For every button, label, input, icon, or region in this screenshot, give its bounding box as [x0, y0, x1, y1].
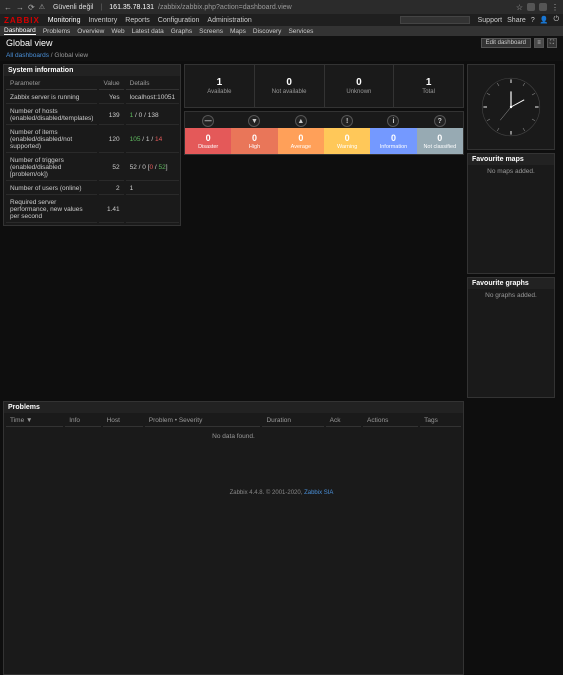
search-input[interactable] [400, 16, 470, 24]
subnav-overview[interactable]: Overview [77, 28, 104, 35]
subnav-graphs[interactable]: Graphs [171, 28, 192, 35]
kiosk-view-icon[interactable]: ⛶ [547, 38, 557, 48]
clock-widget [467, 64, 555, 150]
nav-inventory[interactable]: Inventory [88, 17, 117, 24]
logout-icon[interactable]: ⏻ [553, 16, 559, 24]
severity-not-classified[interactable]: ?0Not classified [417, 112, 463, 154]
severity-disaster[interactable]: —0Disaster [185, 112, 231, 154]
system-info-widget: System information Parameter Value Detai… [3, 64, 181, 226]
menu-icon[interactable]: ⋮ [551, 3, 559, 12]
url-separator: | [100, 4, 102, 11]
analog-clock [481, 77, 541, 137]
table-row: Required server performance, new values … [6, 197, 179, 223]
help-icon[interactable]: ? [531, 17, 535, 24]
severity-warning[interactable]: !0Warning [324, 112, 370, 154]
subnav-latest-data[interactable]: Latest data [132, 28, 164, 35]
severity-information[interactable]: i0Information [370, 112, 416, 154]
url-host[interactable]: 161.35.78.131 [109, 4, 154, 11]
favourite-maps-body: No maps added. [468, 165, 554, 273]
forward-icon[interactable]: → [16, 3, 24, 12]
nav-reports[interactable]: Reports [125, 17, 150, 24]
problems-widget: Problems Time ▼InfoHostProblem • Severit… [3, 401, 464, 675]
favourite-maps-widget: Favourite maps No maps added. [467, 153, 555, 274]
share-link[interactable]: Share [507, 17, 526, 24]
extension-icon[interactable] [527, 3, 535, 11]
subnav-maps[interactable]: Maps [230, 28, 246, 35]
subnav-screens[interactable]: Screens [199, 28, 223, 35]
top-nav: ZABBIX Monitoring Inventory Reports Configu… [0, 14, 563, 26]
col-host[interactable]: Host [103, 415, 143, 427]
problems-by-severity-widget: —0Disaster▼0High▲0Average!0Warningi0Info… [184, 111, 464, 155]
system-info-title: System information [4, 65, 180, 76]
edit-dashboard-button[interactable]: Edit dashboard [481, 38, 531, 48]
system-info-table: Parameter Value Details Zabbix server is… [4, 76, 181, 225]
sub-nav: Dashboard Problems Overview Web Latest data G… [0, 26, 563, 36]
second-hand [500, 107, 511, 120]
logo[interactable]: ZABBIX [4, 16, 40, 25]
footer: Zabbix 4.4.8. © 2001-2020, Zabbix SIA [0, 490, 563, 496]
subnav-web[interactable]: Web [111, 28, 124, 35]
col-time[interactable]: Time ▼ [6, 415, 63, 427]
summary-available: 1Available [185, 65, 255, 107]
problems-nodata: No data found. [4, 429, 463, 444]
subnav-services[interactable]: Services [288, 28, 313, 35]
col-details: Details [126, 78, 180, 90]
title-bar: Global view Edit dashboard ≡ ⛶ [0, 36, 563, 50]
table-row: Number of users (online)21 [6, 183, 179, 195]
reload-icon[interactable]: ⟳ [28, 3, 35, 12]
favourite-graphs-title: Favourite graphs [468, 278, 554, 289]
minute-hand [511, 100, 524, 107]
user-icon[interactable]: 👤 [540, 16, 549, 24]
summary-unknown: 0Unknown [325, 65, 395, 107]
table-row: Number of triggers (enabled/disabled [pr… [6, 155, 179, 181]
table-row: Number of hosts (enabled/disabled/templa… [6, 106, 179, 125]
subnav-problems[interactable]: Problems [43, 28, 70, 35]
star-icon[interactable]: ☆ [516, 3, 523, 12]
col-actions[interactable]: Actions [363, 415, 418, 427]
subnav-dashboard[interactable]: Dashboard [4, 27, 36, 35]
nav-monitoring[interactable]: Monitoring [48, 17, 81, 24]
col-info[interactable]: Info [65, 415, 100, 427]
table-row: Zabbix server is runningYeslocalhost:100… [6, 92, 179, 104]
browser-chrome-bar: ← → ⟳ ⚠ Güvenli değil | 161.35.78.131 /z… [0, 0, 563, 14]
nav-administration[interactable]: Administration [207, 17, 251, 24]
summary-total: 1Total [394, 65, 463, 107]
footer-link[interactable]: Zabbix SIA [304, 490, 333, 496]
url-path[interactable]: /zabbix/zabbix.php?action=dashboard.view [158, 4, 292, 11]
subnav-discovery[interactable]: Discovery [253, 28, 282, 35]
col-ack[interactable]: Ack [326, 415, 361, 427]
page-title: Global view [6, 38, 53, 48]
list-view-icon[interactable]: ≡ [534, 38, 544, 48]
severity-average[interactable]: ▲0Average [278, 112, 324, 154]
nav-configuration[interactable]: Configuration [158, 17, 200, 24]
avatar-icon[interactable] [539, 3, 547, 11]
host-availability-widget: 1Available0Not available0Unknown1Total [184, 64, 464, 108]
severity-high[interactable]: ▼0High [231, 112, 277, 154]
back-icon[interactable]: ← [4, 3, 12, 12]
favourite-maps-title: Favourite maps [468, 154, 554, 165]
col-parameter: Parameter [6, 78, 97, 90]
problems-title: Problems [4, 402, 463, 413]
col-problem[interactable]: Problem • Severity [145, 415, 261, 427]
favourite-graphs-widget: Favourite graphs No graphs added. [467, 277, 555, 398]
support-link[interactable]: Support [478, 17, 503, 24]
favourite-graphs-body: No graphs added. [468, 289, 554, 397]
breadcrumb: All dashboards / Global view [0, 50, 563, 61]
insecure-icon: ⚠ [39, 3, 45, 11]
breadcrumb-root[interactable]: All dashboards [6, 52, 49, 59]
col-value: Value [99, 78, 123, 90]
summary-not-available: 0Not available [255, 65, 325, 107]
table-row: Number of items (enabled/disabled/not su… [6, 127, 179, 153]
security-label: Güvenli değil [53, 4, 93, 11]
col-duration[interactable]: Duration [262, 415, 323, 427]
col-tags[interactable]: Tags [420, 415, 461, 427]
breadcrumb-current: Global view [54, 52, 88, 59]
